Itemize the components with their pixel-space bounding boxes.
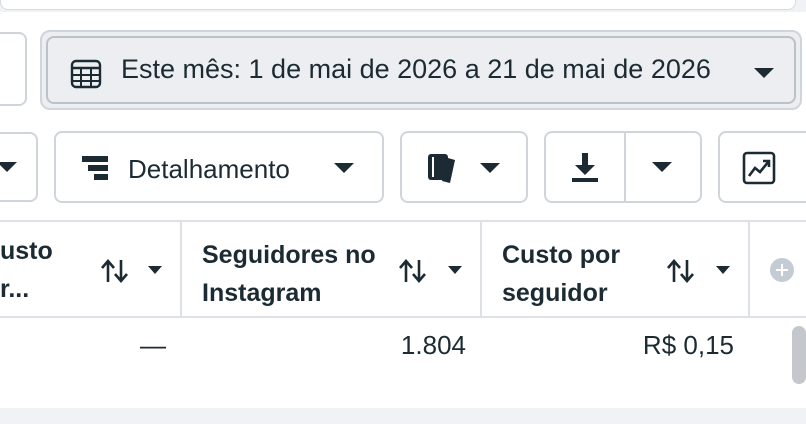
sort-icon[interactable] — [100, 258, 130, 289]
calendar-icon — [70, 58, 102, 95]
add-column-icon[interactable] — [770, 258, 794, 282]
chart-icon — [742, 151, 776, 190]
download-icon — [570, 151, 600, 188]
chevron-down-icon — [480, 163, 500, 173]
results-table: usto r... Seguidores no Instagram Custo … — [0, 220, 806, 408]
export-options-button[interactable] — [626, 133, 700, 201]
reports-icon — [424, 151, 458, 190]
chart-button[interactable] — [718, 131, 806, 203]
sort-icon[interactable] — [666, 258, 696, 289]
column-separator[interactable] — [180, 222, 182, 318]
export-button[interactable] — [544, 131, 702, 203]
column-header-cost[interactable]: usto r... — [0, 232, 60, 308]
chevron-down-icon — [334, 163, 354, 173]
table-cell-instagram-followers: 1.804 — [400, 330, 466, 360]
breakdown-label: Detalhamento — [128, 154, 290, 184]
date-range-label: Este mês: 1 de mai de 2026 a 21 de mai d… — [121, 54, 711, 84]
date-range-button[interactable]: Este mês: 1 de mai de 2026 a 21 de mai d… — [40, 30, 802, 110]
reports-button[interactable] — [400, 131, 528, 203]
date-range-focus-ring: Este mês: 1 de mai de 2026 a 21 de mai d… — [46, 36, 796, 104]
chevron-down-icon — [754, 68, 774, 78]
table-header: usto r... Seguidores no Instagram Custo … — [0, 222, 806, 318]
table-cell-cost: — — [140, 330, 166, 360]
chevron-down-icon[interactable] — [448, 266, 462, 274]
previous-dropdown-button[interactable] — [0, 132, 38, 202]
table-cell-cost-per-follower: R$ 0,15 — [642, 330, 734, 360]
vertical-scrollbar[interactable] — [792, 326, 806, 384]
top-card-edge — [0, 0, 796, 10]
chevron-down-icon[interactable] — [148, 266, 162, 274]
chevron-down-icon — [652, 162, 672, 172]
column-header-instagram-followers[interactable]: Seguidores no Instagram — [202, 236, 402, 312]
top-strip — [0, 0, 806, 12]
column-separator[interactable] — [748, 222, 750, 318]
toolbar-panel: Este mês: 1 de mai de 2026 a 21 de mai d… — [0, 0, 806, 220]
column-header-cost-per-follower[interactable]: Custo por seguidor — [502, 236, 662, 312]
breakdown-button[interactable]: Detalhamento — [54, 131, 384, 203]
previous-control-button[interactable] — [0, 32, 27, 106]
column-separator[interactable] — [480, 222, 482, 318]
sort-icon[interactable] — [398, 258, 428, 289]
breakdown-icon — [80, 153, 110, 188]
chevron-down-icon[interactable] — [716, 266, 730, 274]
chevron-down-icon — [0, 162, 17, 172]
